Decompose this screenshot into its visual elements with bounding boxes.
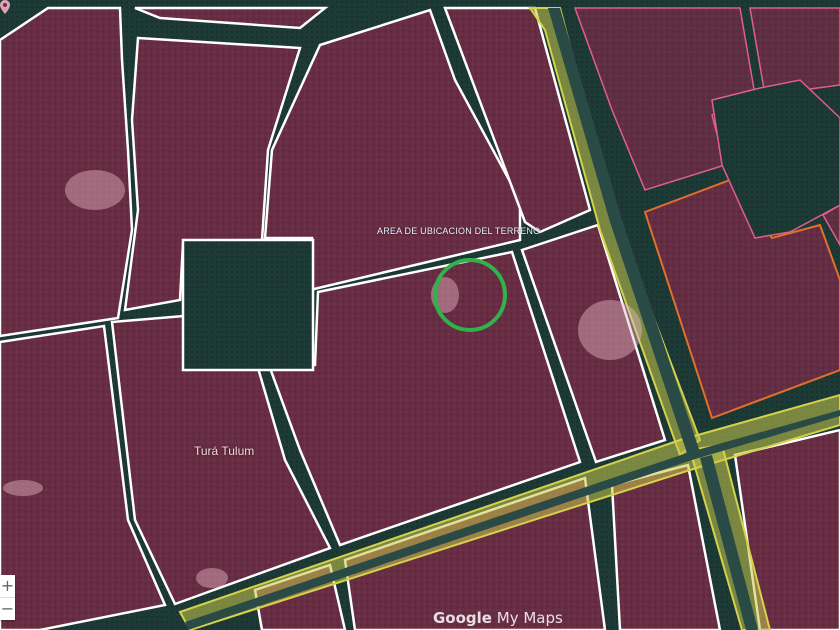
area-location-label: AREA DE UBICACION DEL TERRENO: [377, 226, 541, 236]
google-my-maps-logo: Google My Maps: [433, 609, 563, 627]
parcel: [0, 6, 134, 338]
green-area-block: [181, 238, 315, 372]
zoom-in-icon[interactable]: +: [0, 575, 15, 597]
brand-google-text: Google: [433, 609, 492, 627]
zoom-control: + −: [0, 575, 15, 620]
poi-label[interactable]: Turá Tulum: [194, 444, 254, 458]
zoom-out-icon[interactable]: −: [0, 598, 15, 620]
map-view[interactable]: AREA DE UBICACION DEL TERRENO Turá Tulum…: [0, 0, 840, 630]
satellite-map-layer[interactable]: [0, 0, 840, 630]
location-pin-icon[interactable]: [0, 0, 10, 14]
brand-mymaps-text: My Maps: [496, 609, 563, 627]
